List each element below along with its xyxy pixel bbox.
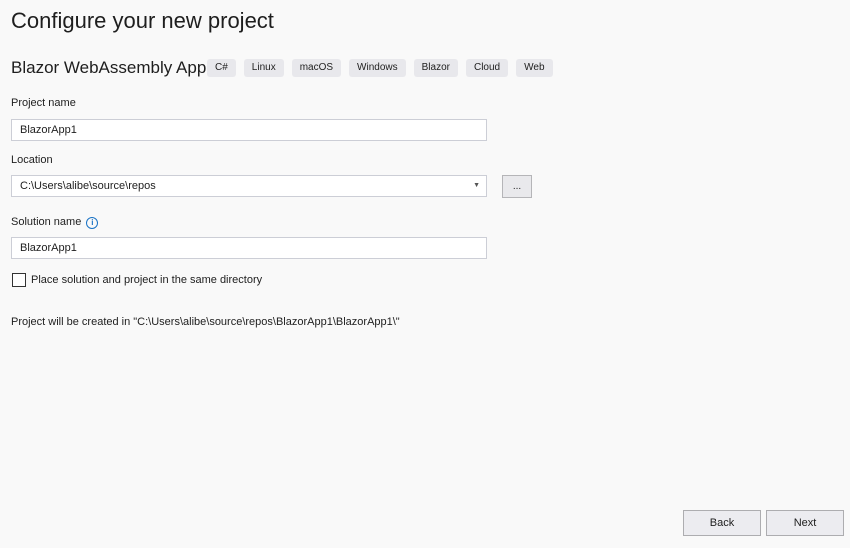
tag: Linux (243, 59, 284, 77)
next-button[interactable]: Next (766, 510, 844, 536)
tag: Cloud (465, 59, 509, 77)
solution-name-input[interactable]: BlazorApp1 (11, 237, 487, 259)
chevron-down-icon[interactable]: ▼ (473, 176, 480, 196)
solution-name-label-row: Solution name i (11, 216, 99, 229)
solution-name-label: Solution name (11, 216, 82, 228)
location-combobox[interactable]: C:\Users\alibe\source\repos ▼ (11, 175, 487, 197)
info-icon[interactable]: i (86, 217, 99, 229)
project-name-input[interactable]: BlazorApp1 (11, 119, 487, 141)
tag: C# (207, 59, 236, 77)
tag: Web (516, 59, 553, 77)
project-path-summary: Project will be created in "C:\Users\ali… (11, 316, 400, 328)
same-directory-checkbox[interactable] (12, 273, 26, 287)
location-label: Location (11, 154, 53, 166)
tag: macOS (291, 59, 342, 77)
tag: Windows (349, 59, 406, 77)
same-directory-label[interactable]: Place solution and project in the same d… (31, 274, 262, 286)
project-name-label: Project name (11, 97, 76, 109)
browse-button[interactable]: ... (502, 175, 532, 198)
template-tags: C# Linux macOS Windows Blazor Cloud Web (207, 59, 553, 77)
tag: Blazor (413, 59, 458, 77)
back-button[interactable]: Back (683, 510, 761, 536)
template-name: Blazor WebAssembly App (11, 58, 207, 77)
location-value: C:\Users\alibe\source\repos (20, 180, 156, 192)
page-title: Configure your new project (11, 8, 274, 33)
